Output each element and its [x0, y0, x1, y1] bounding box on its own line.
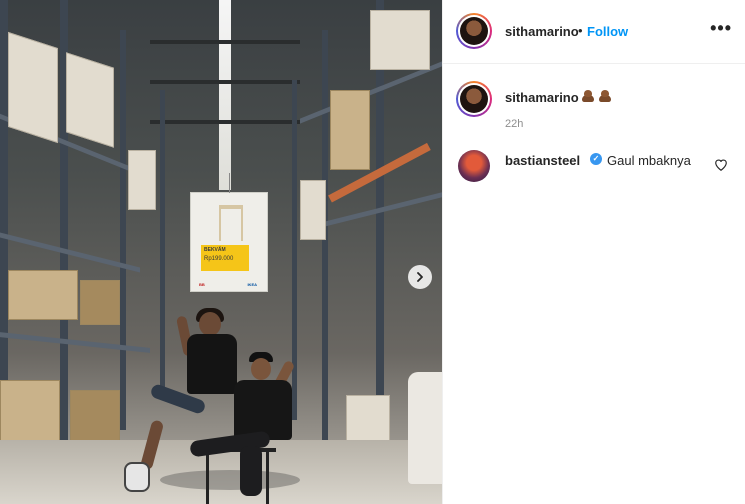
verified-badge-icon: ✓ [590, 153, 602, 165]
chair-leg [266, 448, 269, 504]
price-sign: BEKVÄM Rp199.000 BB IKEA [190, 173, 268, 292]
more-options-button[interactable]: ••• [710, 18, 732, 39]
chevron-right-icon [417, 272, 423, 282]
shelf-rack-post [322, 30, 328, 450]
avatar-image [460, 85, 488, 113]
pile-of-poo-emoji [581, 88, 595, 102]
sign-price: Rp199.000 [204, 256, 234, 262]
carton-box [300, 180, 326, 240]
post-side-panel: sithamarino • Follow ••• sithamarino 22h… [442, 0, 745, 504]
avatar-image [460, 17, 488, 45]
floor-shadow [160, 470, 300, 490]
caption-avatar[interactable] [456, 81, 492, 117]
white-chair [408, 372, 442, 484]
comment-text: Gaul mbaknya [607, 153, 691, 168]
pile-of-poo-emoji [598, 88, 612, 102]
shelf-rack-post [160, 90, 165, 390]
caption-username-link[interactable]: sithamarino [505, 90, 579, 105]
person-head [251, 358, 271, 380]
comment-item: bastiansteel ✓ Gaul mbaknya [456, 150, 736, 184]
avatar[interactable] [456, 13, 492, 49]
stool-picture [219, 205, 243, 241]
carton-box [8, 31, 58, 144]
carton-box [8, 270, 78, 320]
carton-box [128, 150, 156, 210]
chair-leg [206, 448, 209, 504]
ceiling-beam [150, 80, 300, 84]
post-header: sithamarino • Follow ••• [443, 0, 745, 64]
ceiling-beam [150, 120, 300, 124]
post-photo[interactable]: BEKVÄM Rp199.000 BB IKEA [0, 0, 442, 504]
shelf [0, 332, 150, 353]
follow-button[interactable]: Follow [587, 24, 628, 39]
person-body [187, 334, 237, 394]
ceiling-beam [150, 40, 300, 44]
carton-box [370, 10, 430, 70]
carton-box [66, 52, 114, 148]
comment-username-link[interactable]: bastiansteel [505, 153, 580, 168]
sign-product-name: BEKVÄM [204, 247, 226, 253]
shelf [0, 232, 140, 273]
next-photo-button[interactable] [408, 265, 432, 289]
carton-box [80, 280, 120, 325]
caption-emojis [581, 88, 612, 102]
header-username-link[interactable]: sithamarino [505, 24, 579, 39]
sign-wire [229, 173, 230, 193]
caption: sithamarino [456, 81, 736, 121]
price-tag: BEKVÄM Rp199.000 [201, 245, 249, 271]
sign-footer-right: IKEA [247, 282, 257, 287]
separator-dot: • [578, 23, 583, 38]
post-timestamp[interactable]: 22h [505, 118, 523, 130]
shelf-rack-post [120, 30, 126, 430]
ceiling-light [219, 0, 231, 190]
person-shoe [124, 462, 150, 492]
sign-footer-left: BB [199, 282, 205, 287]
heart-outline-icon[interactable] [714, 158, 728, 172]
person-leg [240, 446, 262, 496]
carton-box [330, 90, 370, 170]
person-head [199, 312, 221, 336]
comment-avatar[interactable] [458, 150, 490, 182]
